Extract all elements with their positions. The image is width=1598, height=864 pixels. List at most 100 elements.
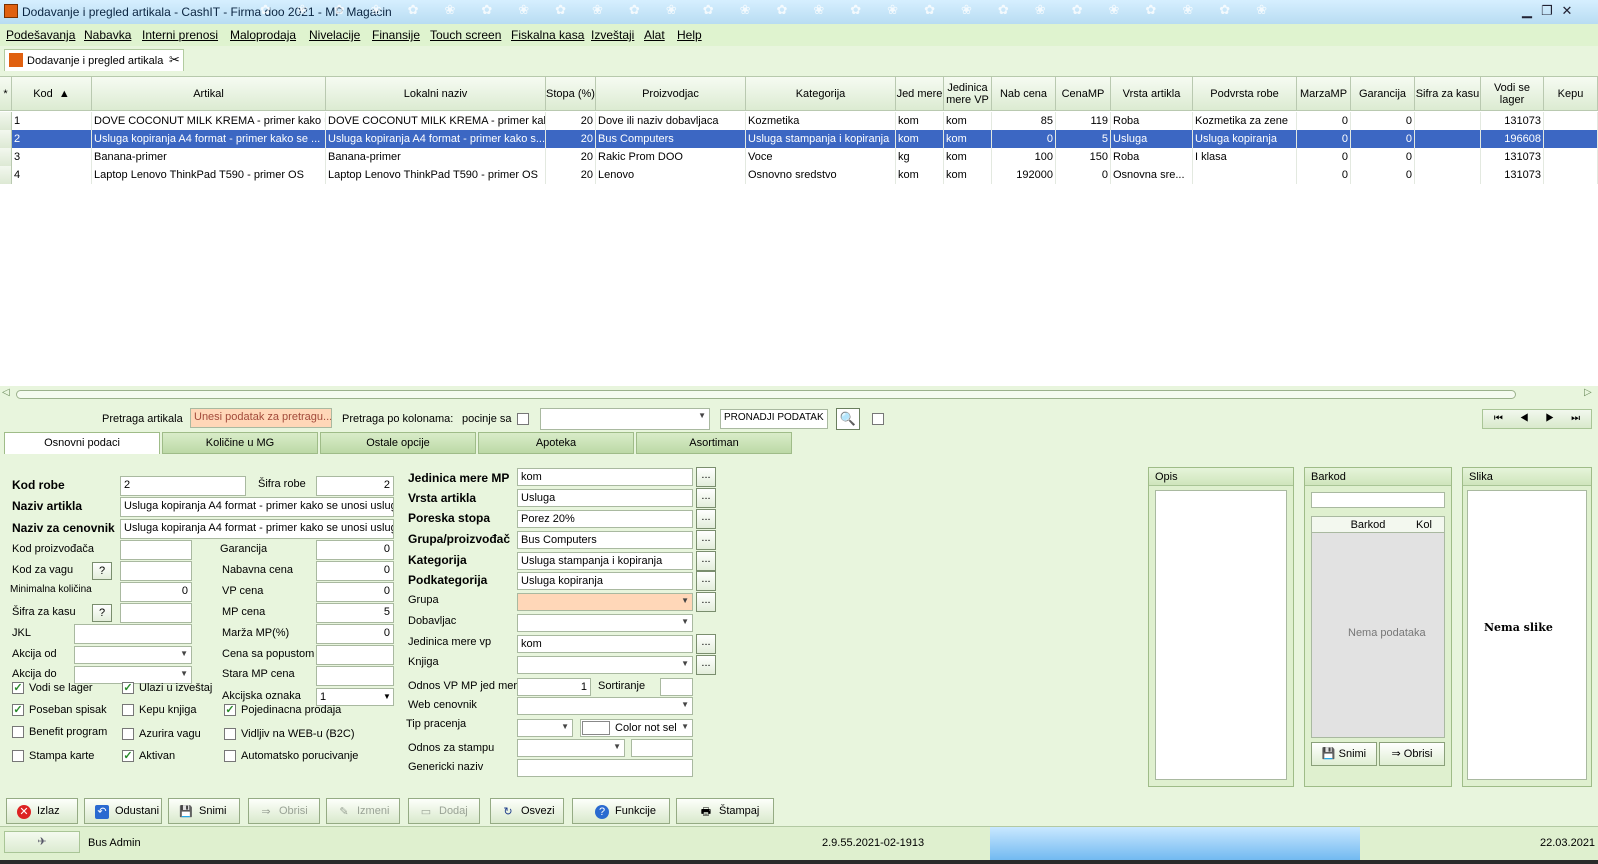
sortiranje-input[interactable]: [660, 678, 693, 696]
column-header-kod[interactable]: Kod ▲: [12, 77, 92, 111]
tab-asortiman[interactable]: Asortiman: [636, 432, 792, 454]
azurira-vagu-checkbox[interactable]: [122, 728, 134, 740]
vrsta-artikla-select[interactable]: Usluga: [517, 489, 693, 507]
knjiga-more-button[interactable]: ...: [696, 655, 716, 675]
kod-proizvodjaca-input[interactable]: [120, 540, 192, 560]
benefit-program-checkbox[interactable]: [12, 726, 24, 738]
poseban-spisak-checkbox[interactable]: ✓: [12, 704, 24, 716]
odnos-vp-mp-input[interactable]: 1: [517, 678, 591, 696]
menu-help[interactable]: Help: [677, 28, 702, 42]
ulazi-u-izvestaj-checkbox[interactable]: ✓: [122, 682, 134, 694]
dobavljac-select[interactable]: ▼: [517, 614, 693, 632]
nabavna-cena-input[interactable]: 0: [316, 561, 394, 581]
last-record-icon[interactable]: ⏭: [1571, 413, 1580, 424]
stampa-karte-checkbox[interactable]: [12, 750, 24, 762]
image-box[interactable]: Nema slike: [1467, 490, 1587, 780]
kod-za-vagu-help-button[interactable]: ?: [92, 562, 112, 580]
column-header-jedinica-mere-vp[interactable]: Jedinica mere VP: [944, 77, 992, 111]
table-row[interactable]: 4 Laptop Lenovo ThinkPad T590 - primer O…: [0, 166, 1598, 184]
cena-sa-popustom-input[interactable]: [316, 645, 394, 665]
jm-vp-select[interactable]: kom: [517, 635, 693, 653]
close-button[interactable]: ✕: [1558, 3, 1576, 19]
column-header-lokalni-naziv[interactable]: Lokalni naziv: [326, 77, 546, 111]
print-button[interactable]: 🖶 Štampaj: [676, 798, 774, 824]
menu-nivelacije[interactable]: Nivelacije: [309, 28, 360, 42]
column-header-cenamp[interactable]: CenaMP: [1056, 77, 1111, 111]
vrsta-artikla-more-button[interactable]: ...: [696, 488, 716, 508]
menu-finansije[interactable]: Finansije: [372, 28, 420, 42]
horizontal-scrollbar[interactable]: ◁ ▷: [0, 386, 1598, 402]
barkod-input[interactable]: [1311, 492, 1445, 508]
edit-button[interactable]: ✎ Izmeni: [326, 798, 400, 824]
akcija-od-date[interactable]: ▼: [74, 646, 192, 664]
refresh-button[interactable]: ↻ Osvezi: [490, 798, 564, 824]
genericki-naziv-input[interactable]: [517, 759, 693, 777]
menu-touch-screen[interactable]: Touch screen: [430, 28, 501, 42]
menu-maloprodaja[interactable]: Maloprodaja: [230, 28, 296, 42]
scroll-right-icon[interactable]: ▷: [1584, 387, 1592, 398]
table-row-selected[interactable]: 2 Usluga kopiranja A4 format - primer ka…: [0, 130, 1598, 148]
minimize-button[interactable]: ▁: [1518, 3, 1536, 19]
tab-apoteka[interactable]: Apoteka: [478, 432, 634, 454]
table-row[interactable]: 3 Banana-primer Banana-primer 20 Rakic P…: [0, 148, 1598, 166]
menu-izvestaji[interactable]: Izveštaji: [591, 28, 634, 42]
tab-kolicine-u-mg[interactable]: Količine u MG: [162, 432, 318, 454]
tip-pracenja-select[interactable]: ▼: [517, 719, 573, 737]
starts-with-checkbox[interactable]: [517, 413, 529, 425]
cancel-button[interactable]: ↶ Odustani: [84, 798, 162, 824]
column-header-vodi-se-lager[interactable]: Vodi se lager: [1481, 77, 1544, 111]
sifra-robe-input[interactable]: 2: [316, 476, 394, 496]
column-header-podvrsta-robe[interactable]: Podvrsta robe: [1193, 77, 1297, 111]
functions-button[interactable]: ? Funkcije: [572, 798, 670, 824]
naziv-cenovnik-input[interactable]: Usluga kopiranja A4 format - primer kako…: [120, 519, 394, 539]
document-tab[interactable]: Dodavanje i pregled artikala ✂: [4, 49, 184, 71]
odnos-za-stampu-input[interactable]: [631, 739, 693, 757]
vp-cena-input[interactable]: 0: [316, 582, 394, 602]
poreska-stopa-more-button[interactable]: ...: [696, 509, 716, 529]
automatsko-porucivanje-checkbox[interactable]: [224, 750, 236, 762]
naziv-artikla-input[interactable]: Usluga kopiranja A4 format - primer kako…: [120, 497, 394, 517]
menu-podesavanja[interactable]: Podešavanja: [6, 28, 75, 42]
min-kolicina-input[interactable]: 0: [120, 582, 192, 602]
column-header-kategorija[interactable]: Kategorija: [746, 77, 896, 111]
prev-record-icon[interactable]: ◀: [1520, 413, 1529, 424]
odnos-za-stampu-select[interactable]: ▼: [517, 739, 625, 757]
knjiga-select[interactable]: ▼: [517, 656, 693, 674]
scroll-left-icon[interactable]: ◁: [2, 387, 10, 398]
barkod-delete-button[interactable]: ⇒ Obrisi: [1379, 742, 1445, 766]
delete-button[interactable]: ⇒ Obrisi: [248, 798, 320, 824]
column-header-nab-cena[interactable]: Nab cena: [992, 77, 1056, 111]
jm-mp-select[interactable]: kom: [517, 468, 693, 486]
find-data-button[interactable]: PRONADJI PODATAK: [720, 409, 828, 429]
restore-button[interactable]: ❐: [1538, 3, 1556, 19]
next-record-icon[interactable]: ▶: [1545, 413, 1554, 424]
scrollbar-thumb[interactable]: [16, 390, 1516, 399]
tab-ostale-opcije[interactable]: Ostale opcije: [320, 432, 476, 454]
aktivan-checkbox[interactable]: ✓: [122, 750, 134, 762]
opis-textarea[interactable]: [1155, 490, 1287, 780]
grupa-proizvodjac-select[interactable]: Bus Computers: [517, 531, 693, 549]
search-icon[interactable]: 🔍: [836, 408, 860, 430]
garancija-input[interactable]: 0: [316, 540, 394, 560]
jm-vp-more-button[interactable]: ...: [696, 634, 716, 654]
menu-alat[interactable]: Alat: [644, 28, 665, 42]
column-header-kepu[interactable]: Kepu: [1544, 77, 1598, 111]
jkl-input[interactable]: [74, 624, 192, 644]
column-header-sifra-za-kasu[interactable]: Sifra za kasu: [1415, 77, 1481, 111]
kol-col-header[interactable]: Kol: [1416, 519, 1432, 531]
column-header-artikal[interactable]: Artikal: [92, 77, 326, 111]
kategorija-select[interactable]: Usluga stampanja i kopiranja: [517, 552, 693, 570]
vidljiv-na-webu-checkbox[interactable]: [224, 728, 236, 740]
extra-checkbox[interactable]: [872, 413, 884, 425]
mp-cena-input[interactable]: 5: [316, 603, 394, 623]
save-button[interactable]: 💾 Snimi: [168, 798, 240, 824]
menu-interni-prenosi[interactable]: Interni prenosi: [142, 28, 218, 42]
column-select[interactable]: ▼: [540, 408, 710, 430]
kod-robe-input[interactable]: 2: [120, 476, 246, 496]
poreska-stopa-select[interactable]: Porez 20%: [517, 510, 693, 528]
column-header-marzamp[interactable]: MarzaMP: [1297, 77, 1351, 111]
grupa-more-button[interactable]: ...: [696, 592, 716, 612]
grupa-proizvodjac-more-button[interactable]: ...: [696, 530, 716, 550]
column-header-vrsta-artikla[interactable]: Vrsta artikla: [1111, 77, 1193, 111]
barkod-col-header[interactable]: Barkod: [1326, 519, 1410, 531]
